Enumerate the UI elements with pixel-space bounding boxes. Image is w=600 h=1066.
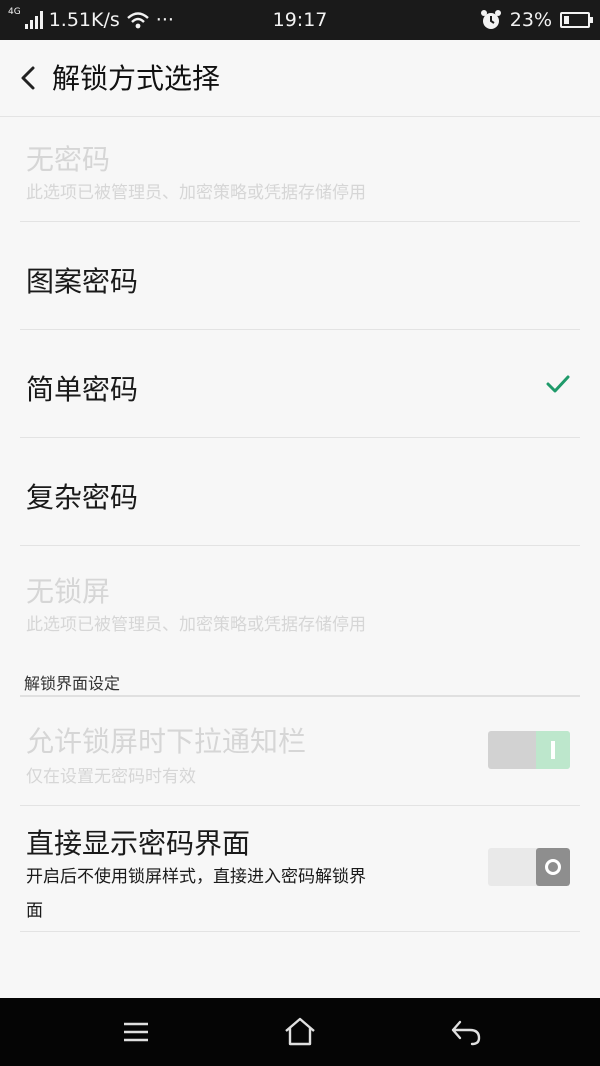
page-title: 解锁方式选择 [52, 62, 221, 95]
setting-label: 直接显示密码界面 [26, 827, 251, 860]
setting-subtext-line2: 面 [26, 901, 43, 921]
show-password-toggle[interactable] [488, 848, 570, 886]
setting-subtext-line1: 开启后不使用锁屏样式，直接进入密码解锁界 [26, 867, 366, 887]
back-icon[interactable] [446, 1014, 486, 1050]
status-left: 4G 1.51K/s ··· [8, 0, 174, 40]
option-no-lockscreen: 无锁屏 此选项已被管理员、加密策略或凭据存储停用 [0, 546, 600, 656]
option-simple-password[interactable]: 简单密码 [0, 330, 600, 437]
setting-subtext: 仅在设置无密码时有效 [26, 767, 196, 787]
option-no-password: 无密码 此选项已被管理员、加密策略或凭据存储停用 [0, 116, 600, 222]
option-subtext: 此选项已被管理员、加密策略或凭据存储停用 [26, 615, 366, 635]
option-label: 简单密码 [26, 373, 139, 406]
network-type: 4G [8, 7, 21, 17]
network-speed: 1.51K/s [48, 9, 120, 31]
more-indicator: ··· [155, 9, 174, 31]
menu-icon[interactable] [116, 1014, 156, 1050]
home-icon[interactable] [280, 1014, 320, 1050]
notification-toggle [488, 731, 570, 769]
setting-label: 允许锁屏时下拉通知栏 [26, 725, 307, 758]
option-label: 复杂密码 [26, 481, 139, 514]
section-header: 解锁界面设定 [24, 674, 121, 693]
battery-percent: 23% [509, 9, 552, 31]
section-divider [20, 695, 580, 697]
option-pattern[interactable]: 图案密码 [0, 222, 600, 329]
option-label: 无锁屏 [26, 575, 111, 608]
app-header: 解锁方式选择 [0, 40, 600, 117]
option-label: 无密码 [26, 143, 111, 176]
back-arrow-icon[interactable] [14, 62, 44, 94]
setting-show-password-directly[interactable]: 直接显示密码界面 开启后不使用锁屏样式，直接进入密码解锁界 面 [0, 806, 600, 932]
option-label: 图案密码 [26, 265, 139, 298]
setting-pull-down-notifications: 允许锁屏时下拉通知栏 仅在设置无密码时有效 [0, 698, 600, 804]
wifi-icon [126, 12, 149, 29]
status-right: 23% [480, 0, 593, 40]
alarm-icon [480, 10, 501, 29]
status-bar: 4G 1.51K/s ··· 19:17 23% [0, 0, 600, 40]
option-subtext: 此选项已被管理员、加密策略或凭据存储停用 [26, 183, 366, 203]
check-icon [546, 375, 570, 393]
option-complex-password[interactable]: 复杂密码 [0, 438, 600, 545]
signal-icon [24, 11, 43, 29]
navigation-bar [0, 998, 600, 1066]
battery-icon [560, 12, 593, 28]
divider [20, 931, 580, 932]
